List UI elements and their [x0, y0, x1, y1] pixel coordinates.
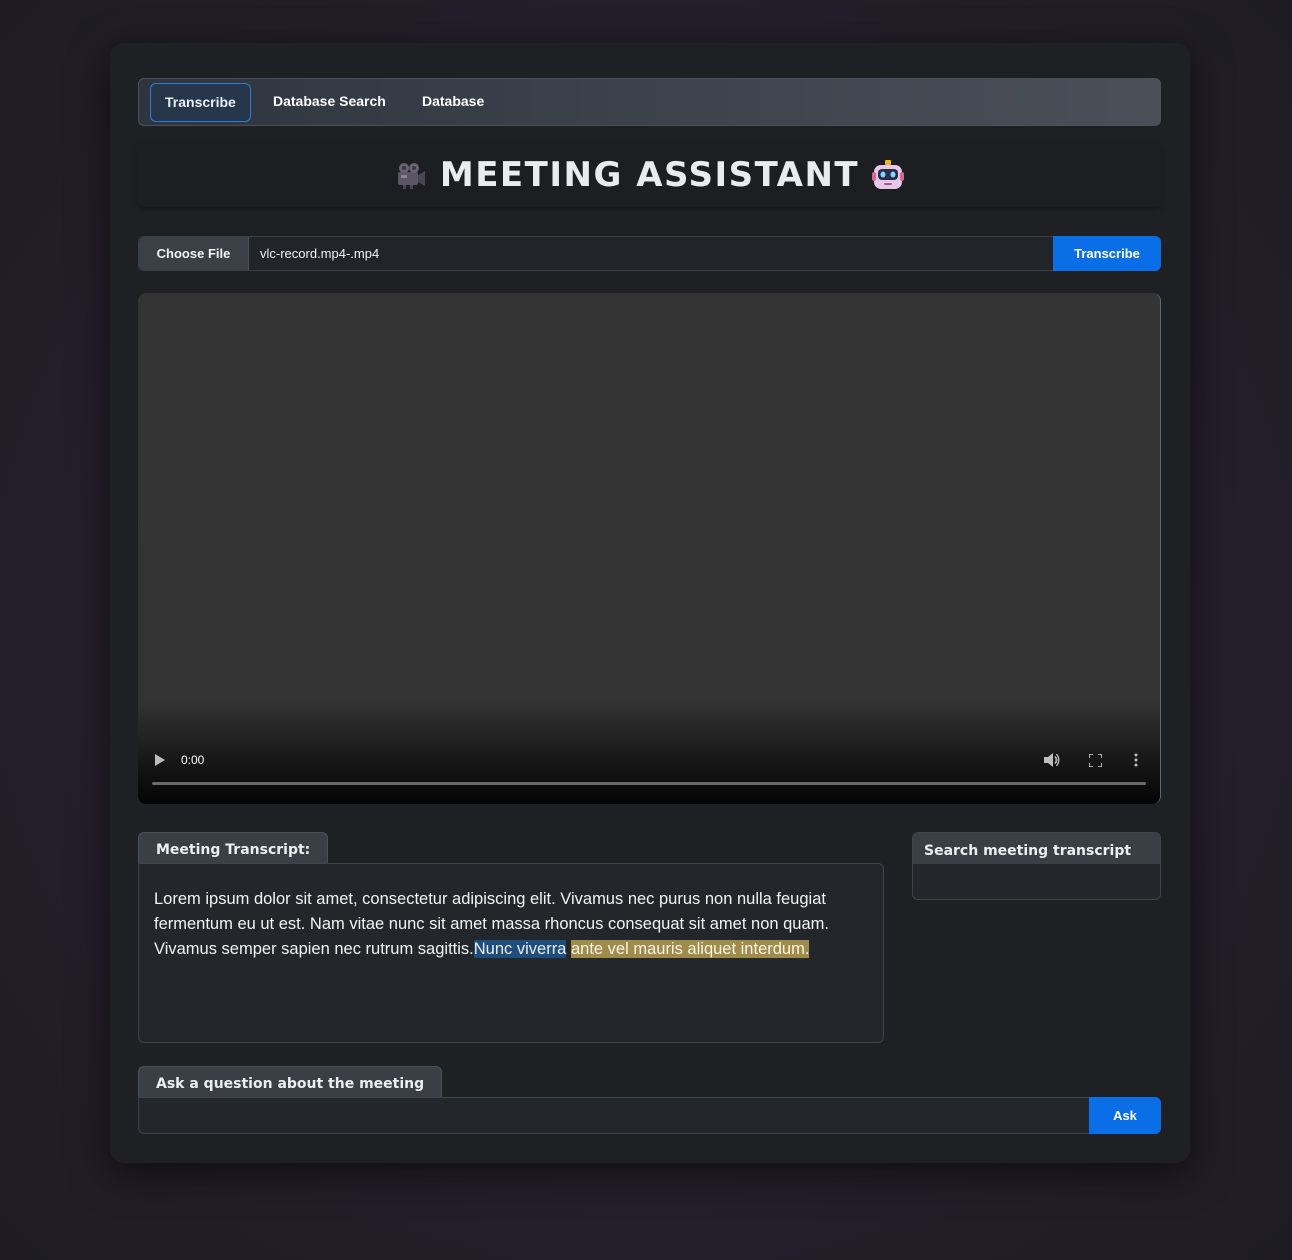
ask-label: Ask a question about the meeting	[138, 1066, 443, 1098]
choose-file-button[interactable]: Choose File	[139, 237, 249, 270]
tab-database-search[interactable]: Database Search	[259, 83, 400, 122]
video-progress-bar[interactable]	[152, 782, 1146, 785]
ask-row: Ask	[138, 1097, 1161, 1134]
video-time: 0:00	[181, 753, 205, 767]
page-title: MEETING ASSISTANT	[439, 155, 860, 195]
transcript-label: Meeting Transcript:	[138, 832, 329, 864]
play-icon[interactable]	[155, 754, 165, 766]
volume-icon[interactable]	[1044, 753, 1060, 767]
transcribe-button[interactable]: Transcribe	[1053, 236, 1161, 271]
tab-transcribe[interactable]: Transcribe	[150, 83, 251, 122]
transcript-highlight-current: ante vel mauris aliquet interdum.	[570, 940, 810, 958]
transcript-highlight-search: Nunc viverra	[473, 940, 567, 958]
search-input[interactable]	[913, 864, 1160, 899]
search-label: Search meeting transcript	[913, 833, 1160, 864]
file-upload-row: Choose File vlc-record.mp4-.mp4 Transcri…	[138, 236, 1161, 271]
movie-camera-icon	[397, 163, 425, 189]
transcript-search-panel: Search meeting transcript	[912, 832, 1161, 900]
video-player[interactable]: 0:00	[138, 293, 1161, 804]
transcript-content: Lorem ipsum dolor sit amet, consectetur …	[138, 863, 884, 1043]
question-input[interactable]	[139, 1098, 1089, 1133]
robot-icon	[872, 160, 905, 189]
app-container: Transcribe Database Search Database MEET…	[110, 43, 1190, 1163]
selected-file-name: vlc-record.mp4-.mp4	[260, 246, 380, 261]
page-header: MEETING ASSISTANT	[138, 143, 1161, 207]
more-options-icon[interactable]	[1134, 753, 1138, 767]
tab-database[interactable]: Database	[408, 83, 498, 122]
top-nav: Transcribe Database Search Database	[138, 78, 1161, 126]
ask-button[interactable]: Ask	[1089, 1097, 1161, 1134]
fullscreen-icon[interactable]	[1089, 754, 1102, 767]
